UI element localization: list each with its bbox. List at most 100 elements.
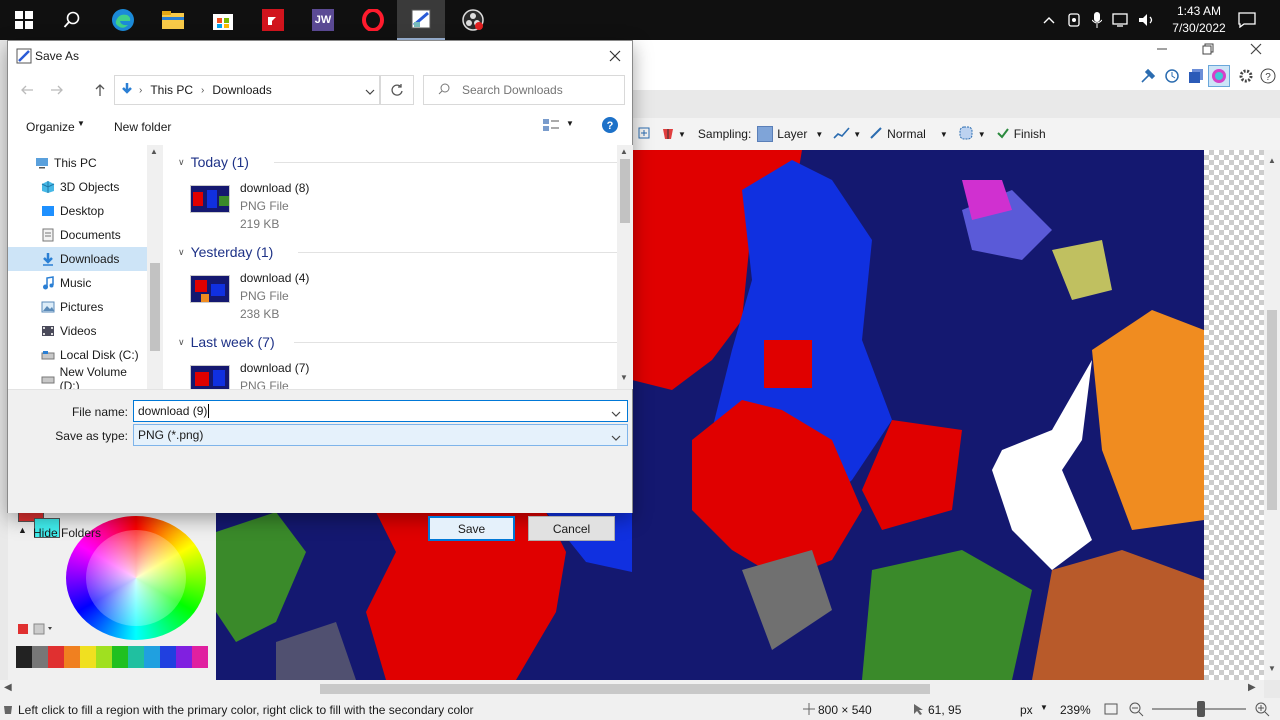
address-dropdown-icon[interactable] (365, 85, 375, 99)
scroll-up-arrow-icon[interactable]: ▲ (620, 147, 628, 156)
view-dropdown-icon[interactable]: ▼ (566, 119, 574, 128)
history-button[interactable] (1164, 68, 1180, 87)
address-bar[interactable]: › This PC › Downloads (114, 75, 380, 105)
sampling-dropdown-icon[interactable]: ▼ (815, 130, 823, 139)
horizontal-scroll-thumb[interactable] (320, 684, 930, 694)
save-type-dropdown-icon[interactable] (611, 431, 621, 445)
file-item-download-4[interactable]: download (4) PNG File 238 KB (188, 269, 388, 329)
taskbar-obs-button[interactable] (449, 0, 497, 40)
view-options-button[interactable] (542, 117, 560, 136)
notifications-button[interactable] (1232, 0, 1262, 40)
nav-item-3d-objects[interactable]: 3D Objects (8, 175, 148, 199)
scroll-right-arrow-icon[interactable]: ▶ (1248, 682, 1256, 693)
group-header-last-week[interactable]: ∨ Last week (7) (178, 331, 618, 353)
antialias-dropdown-icon[interactable]: ▼ (678, 130, 686, 139)
tray-device-button[interactable] (1064, 0, 1084, 40)
taskbar-file-explorer-button[interactable] (149, 0, 197, 40)
file-list-scroll-thumb[interactable] (620, 159, 630, 223)
nav-item-local-disk-c[interactable]: Local Disk (C:) (8, 343, 148, 367)
finish-button[interactable]: Finish (1014, 127, 1046, 141)
zoom-slider-thumb[interactable] (1197, 701, 1205, 717)
new-folder-button[interactable]: New folder (114, 120, 171, 134)
taskbar-opera-button[interactable] (349, 0, 397, 40)
units-selector[interactable]: px (1020, 703, 1033, 717)
dialog-close-button[interactable] (608, 49, 622, 66)
nav-item-videos[interactable]: Videos (8, 319, 148, 343)
nav-item-new-volume-d[interactable]: New Volume (D:) (8, 365, 148, 389)
close-app-button[interactable] (1250, 43, 1266, 58)
taskbar-edge-button[interactable] (99, 0, 147, 40)
chevron-up-icon[interactable]: ▲ (18, 525, 27, 535)
zoom-fit-icon[interactable] (1104, 702, 1118, 719)
tolerance-dropdown-icon[interactable]: ▼ (853, 130, 861, 139)
colors-button[interactable] (1208, 65, 1230, 87)
group-header-yesterday[interactable]: ∨ Yesterday (1) (178, 241, 618, 263)
hide-folders-button[interactable]: Hide Folders (33, 526, 101, 540)
forward-button[interactable] (50, 83, 64, 100)
blend-mode-value[interactable]: Normal (887, 127, 926, 141)
palette-menu-icon[interactable] (16, 622, 56, 639)
zoom-value[interactable]: 239% (1060, 703, 1091, 717)
organize-dropdown-icon[interactable]: ▼ (77, 119, 85, 128)
selection-dropdown-icon[interactable]: ▼ (978, 130, 986, 139)
tray-network-button[interactable] (1110, 0, 1132, 40)
tools-button[interactable] (1140, 68, 1156, 87)
breadcrumb-downloads[interactable]: Downloads (212, 83, 271, 97)
cancel-button[interactable]: Cancel (528, 516, 615, 541)
organize-button[interactable]: Organize (26, 120, 75, 134)
group-header-today[interactable]: ∨ Today (1) (178, 151, 618, 173)
scroll-left-arrow-icon[interactable]: ◀ (4, 682, 12, 693)
selection-mode-button[interactable] (958, 125, 974, 144)
taskbar-amd-button[interactable] (249, 0, 297, 40)
nav-item-documents[interactable]: Documents (8, 223, 148, 247)
tray-mic-button[interactable] (1088, 0, 1106, 40)
up-button[interactable] (93, 83, 107, 100)
sampling-layer-value[interactable]: Layer (777, 127, 807, 141)
search-input[interactable] (462, 83, 612, 97)
antialias-button[interactable] (660, 125, 676, 144)
show-hidden-icons-button[interactable] (1040, 0, 1058, 40)
nav-item-this-pc[interactable]: This PC (8, 151, 148, 175)
search-box[interactable] (423, 75, 625, 105)
breadcrumb-this-pc[interactable]: This PC (150, 83, 193, 97)
taskbar-jw-button[interactable]: JW (299, 0, 347, 40)
blend-mode-dropdown-icon[interactable]: ▼ (940, 130, 948, 139)
nav-item-pictures[interactable]: Pictures (8, 295, 148, 319)
nav-item-music[interactable]: Music (8, 271, 148, 295)
zoom-out-icon[interactable] (1128, 701, 1144, 720)
layers-button[interactable] (1188, 68, 1204, 87)
taskbar-search-button[interactable] (48, 0, 96, 40)
taskbar-paint-net-button[interactable] (397, 0, 445, 40)
start-button[interactable] (0, 0, 48, 40)
file-list-scrollbar[interactable]: ▲ ▼ (617, 145, 633, 389)
file-item-download-8[interactable]: download (8) PNG File 219 KB (188, 179, 388, 239)
nav-scrollbar[interactable]: ▲ (147, 145, 163, 389)
save-button[interactable]: Save (428, 516, 515, 541)
scroll-down-arrow-icon[interactable]: ▼ (620, 373, 628, 382)
file-name-dropdown-icon[interactable] (611, 407, 621, 421)
units-dropdown-icon[interactable]: ▼ (1040, 703, 1048, 712)
image-canvas[interactable] (632, 150, 1264, 680)
zoom-in-icon[interactable] (1254, 701, 1270, 720)
vertical-scroll-thumb[interactable] (1267, 310, 1277, 510)
scroll-down-arrow-icon[interactable]: ▼ (1268, 664, 1276, 673)
vertical-scrollbar[interactable]: ▲ ▼ (1264, 150, 1280, 680)
scroll-up-arrow-icon[interactable]: ▲ (150, 147, 158, 156)
fill-mode-button[interactable] (638, 127, 650, 142)
file-item-download-7[interactable]: download (7) PNG File (188, 359, 388, 389)
restore-button[interactable] (1202, 43, 1218, 58)
nav-item-downloads[interactable]: Downloads (8, 247, 148, 271)
minimize-button[interactable] (1156, 43, 1172, 58)
tray-volume-button[interactable] (1136, 0, 1158, 40)
color-palette[interactable] (16, 646, 208, 668)
taskbar-clock[interactable]: 1:43 AM 7/30/2022 (1164, 3, 1234, 37)
help-button[interactable]: ? (1260, 68, 1276, 87)
tolerance-button[interactable] (833, 126, 851, 143)
help-button[interactable]: ? (601, 116, 619, 137)
settings-button[interactable] (1238, 68, 1254, 87)
save-type-select[interactable]: PNG (*.png) (133, 424, 628, 446)
file-name-input[interactable]: download (9) (133, 400, 628, 422)
taskbar-store-button[interactable] (199, 0, 247, 40)
scroll-up-arrow-icon[interactable]: ▲ (1268, 156, 1276, 165)
nav-item-desktop[interactable]: Desktop (8, 199, 148, 223)
